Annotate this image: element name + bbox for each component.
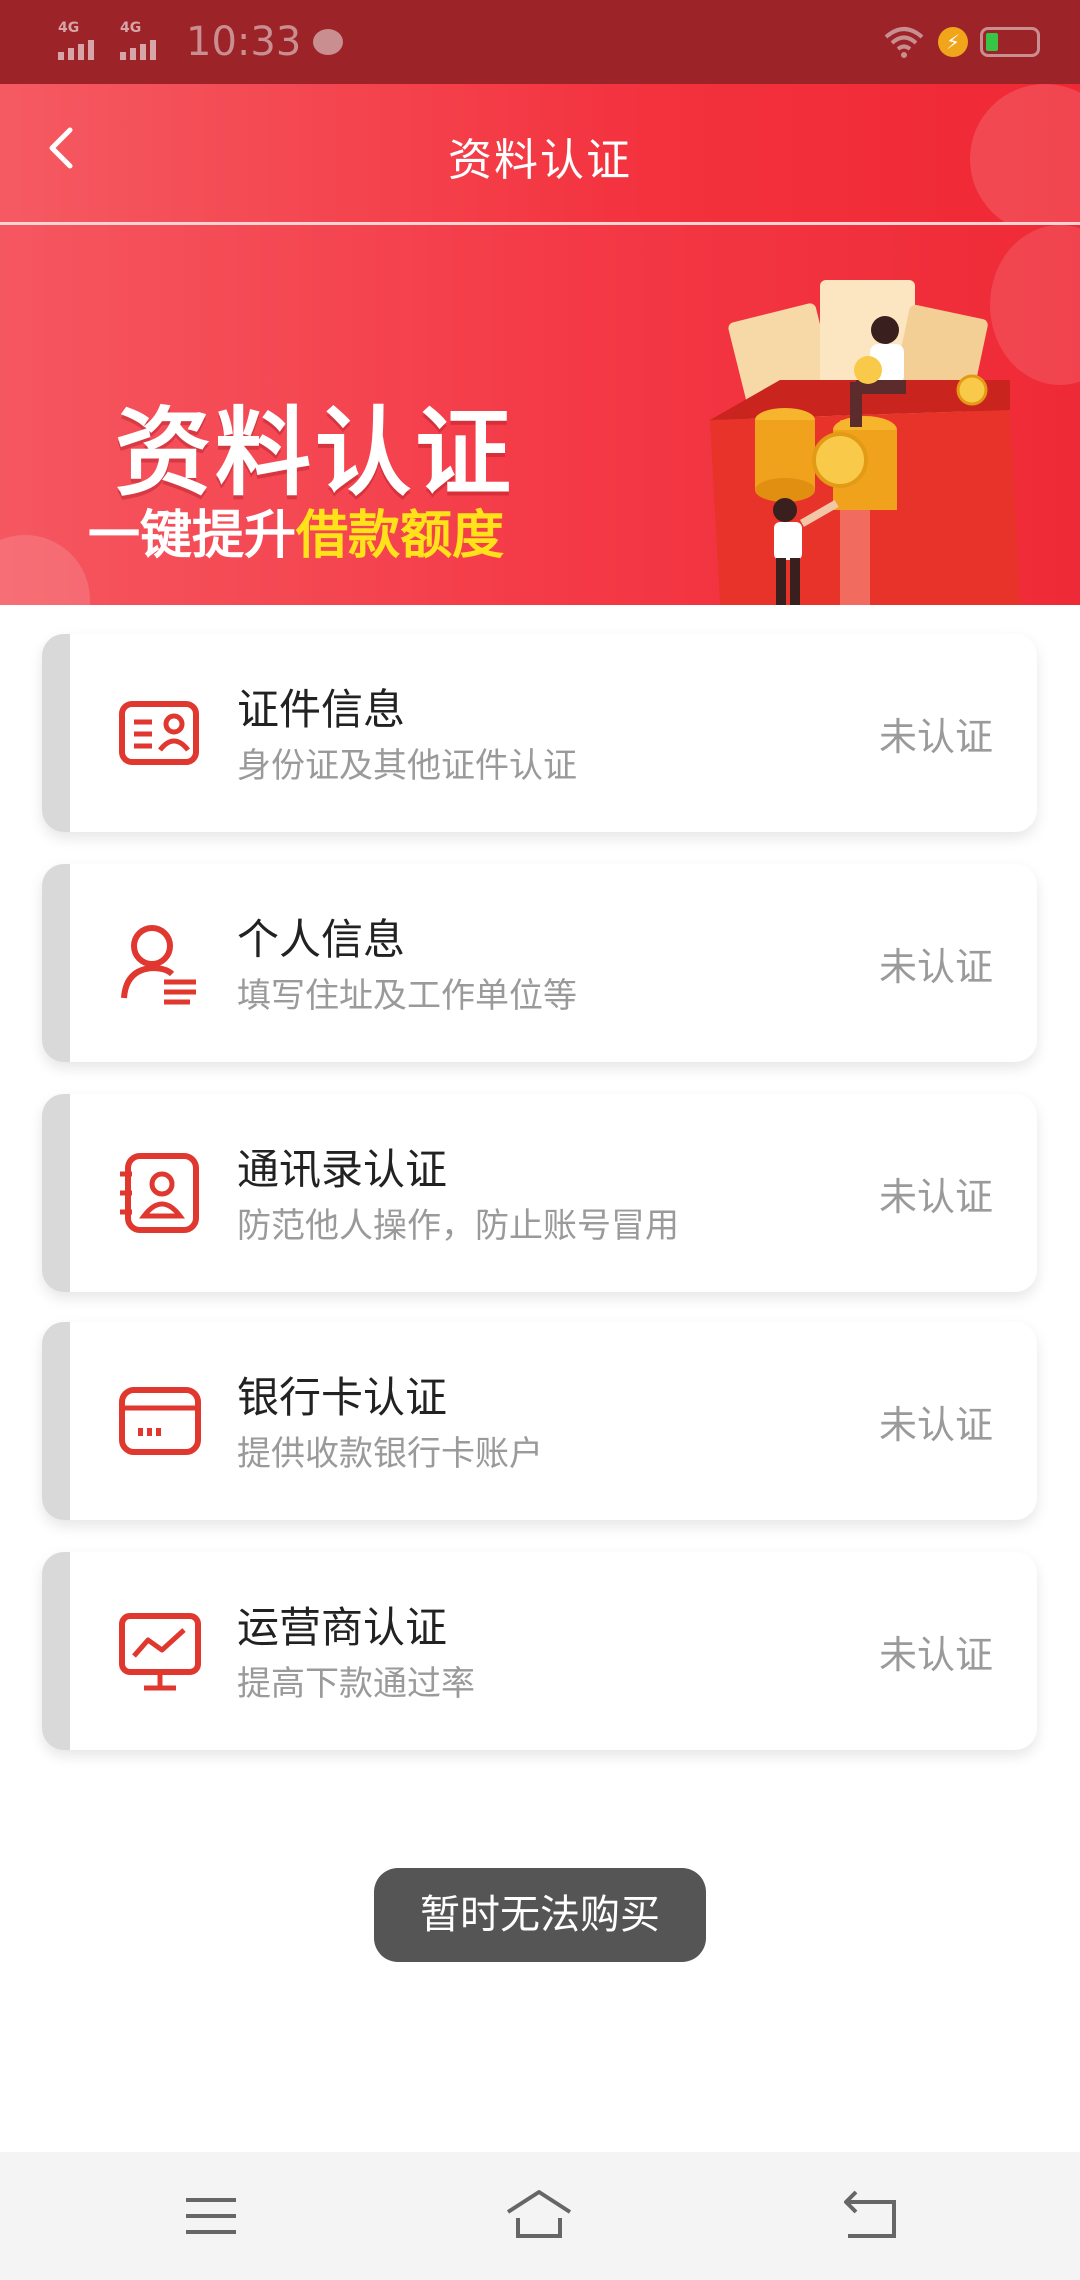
banner-decoration xyxy=(0,535,90,605)
card-strip xyxy=(42,1552,70,1750)
item-description: 提高下款通过率 xyxy=(237,1664,475,1704)
item-title: 通讯录认证 xyxy=(237,1145,448,1194)
item-title: 个人信息 xyxy=(237,915,406,964)
home-icon[interactable] xyxy=(504,2186,574,2246)
system-nav-bar xyxy=(0,2152,1080,2280)
banner-gift-box-illustration xyxy=(710,280,1020,605)
item-title: 证件信息 xyxy=(237,685,406,734)
auth-item-id-info[interactable]: 证件信息 身份证及其他证件认证 未认证 xyxy=(42,634,1037,832)
card-strip xyxy=(42,634,70,832)
bank-card-icon xyxy=(119,1387,201,1455)
status-time: 10:33 xyxy=(186,19,302,65)
monitor-chart-icon xyxy=(119,1613,201,1691)
item-title: 运营商认证 xyxy=(237,1603,448,1652)
promo-banner: 资料认证 一键提升借款额度 xyxy=(0,225,1080,605)
menu-icon[interactable] xyxy=(176,2186,246,2246)
auth-item-personal-info[interactable]: 个人信息 填写住址及工作单位等 未认证 xyxy=(42,864,1037,1062)
network-type-label: 4G xyxy=(120,20,142,36)
item-status: 未认证 xyxy=(878,945,993,989)
status-right: ⚡ xyxy=(882,20,1040,64)
message-icon xyxy=(313,29,344,55)
item-description: 填写住址及工作单位等 xyxy=(237,976,577,1016)
wifi-icon xyxy=(884,27,924,58)
card-strip xyxy=(42,864,70,1062)
item-description: 防范他人操作，防止账号冒用 xyxy=(237,1206,679,1246)
card-strip xyxy=(42,1322,70,1520)
auth-item-contacts[interactable]: 通讯录认证 防范他人操作，防止账号冒用 未认证 xyxy=(42,1094,1037,1292)
status-left: 4G 4G 10:33 xyxy=(58,14,344,70)
page-title: 资料认证 xyxy=(448,135,632,186)
banner-subtitle: 一键提升借款额度 xyxy=(88,493,504,568)
auth-item-bank-card[interactable]: 银行卡认证 提供收款银行卡账户 未认证 xyxy=(42,1322,1037,1520)
banner-subtitle-plain: 一键提升 xyxy=(88,506,297,566)
auth-item-carrier[interactable]: 运营商认证 提高下款通过率 未认证 xyxy=(42,1552,1037,1750)
status-bar: 4G 4G 10:33 ⚡ xyxy=(0,0,1080,84)
contacts-icon xyxy=(120,1153,199,1233)
battery-icon xyxy=(980,27,1040,57)
signal-icon: 4G xyxy=(58,20,110,64)
charging-icon: ⚡ xyxy=(938,27,968,57)
banner-subtitle-highlight: 借款额度 xyxy=(296,506,505,566)
item-status: 未认证 xyxy=(878,1403,993,1447)
item-description: 提供收款银行卡账户 xyxy=(237,1434,543,1474)
id-card-icon xyxy=(119,701,199,765)
back-icon[interactable] xyxy=(836,2186,906,2246)
item-status: 未认证 xyxy=(878,1175,993,1219)
item-status: 未认证 xyxy=(878,1633,993,1677)
card-strip xyxy=(42,1094,70,1292)
toast-message: 暂时无法购买 xyxy=(374,1868,706,1962)
signal-icon: 4G xyxy=(120,20,172,64)
network-type-label: 4G xyxy=(58,20,80,36)
person-icon xyxy=(121,925,196,1005)
item-status: 未认证 xyxy=(878,715,993,759)
item-title: 银行卡认证 xyxy=(237,1373,448,1422)
item-description: 身份证及其他证件认证 xyxy=(237,746,577,786)
app-header: 资料认证 xyxy=(0,84,1080,222)
